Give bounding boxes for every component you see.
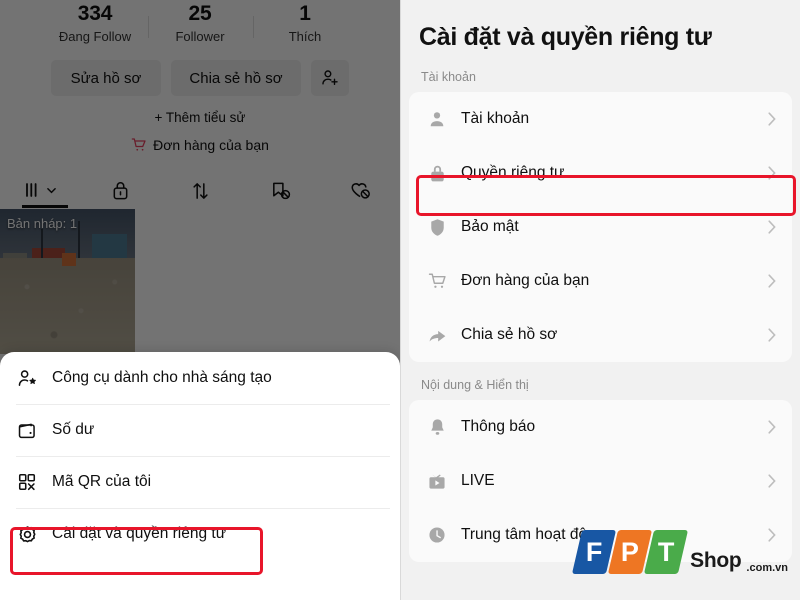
settings-row-label: Tài khoản	[461, 110, 530, 127]
profile-stats: 334 Đang Follow 25 Follower 1 Thích	[0, 0, 400, 55]
settings-row-orders[interactable]: Đơn hàng của bạn	[409, 254, 792, 308]
fpt-letter-t-text: T	[657, 536, 675, 567]
stat-likes-value: 1	[299, 2, 311, 25]
section-header-content-display: Nội dung & Hiển thị	[421, 378, 529, 392]
draft-badge-label: Bản nháp: 1	[7, 216, 78, 231]
settings-row-label: Thông báo	[461, 418, 536, 435]
live-tv-icon	[427, 472, 447, 491]
shield-icon	[427, 218, 447, 237]
right-panel-settings: Cài đặt và quyền riêng tư Tài khoản Tài …	[400, 0, 800, 600]
settings-row-notifications[interactable]: Thông báo	[409, 400, 792, 454]
tab-saved[interactable]	[240, 172, 320, 208]
clock-icon	[427, 526, 447, 544]
chevron-down-icon	[47, 187, 56, 193]
chevron-right-icon	[768, 166, 776, 180]
thumb-excavator	[62, 252, 76, 266]
sheet-item-label: Cài đặt và quyền riêng tư	[52, 525, 227, 542]
settings-row-security[interactable]: Bảo mật	[409, 200, 792, 254]
repost-arrows-icon	[192, 182, 208, 199]
settings-row-account[interactable]: Tài khoản	[409, 92, 792, 146]
settings-row-privacy[interactable]: Quyền riêng tư	[409, 146, 792, 200]
chevron-right-icon	[768, 328, 776, 342]
sheet-item-label: Công cụ dành cho nhà sáng tạo	[52, 369, 272, 386]
stat-followers-value: 25	[188, 2, 212, 25]
settings-row-label: Chia sẻ hồ sơ	[461, 326, 558, 343]
screenshot-root: 334 Đang Follow 25 Follower 1 Thích Sửa …	[0, 0, 800, 600]
bottom-sheet-menu: Công cụ dành cho nhà sáng tạo Số dư Mã Q…	[0, 352, 400, 600]
stat-followers[interactable]: 25 Follower	[147, 2, 253, 46]
stat-likes[interactable]: 1 Thích	[252, 2, 358, 46]
stat-following-value: 334	[77, 2, 113, 25]
sheet-item-settings-privacy[interactable]: Cài đặt và quyền riêng tư	[0, 508, 400, 560]
gear-icon	[16, 524, 38, 545]
share-arrow-icon	[427, 327, 447, 344]
cart-icon	[427, 272, 447, 290]
add-friend-button[interactable]	[311, 60, 349, 96]
bookmark-hidden-icon	[272, 182, 290, 199]
fpt-shop-text: Shop	[690, 549, 742, 572]
tab-active-underline	[22, 205, 68, 208]
sheet-item-my-qr[interactable]: Mã QR của tôi	[0, 456, 400, 508]
chevron-right-icon	[768, 112, 776, 126]
sheet-item-label: Số dư	[52, 421, 95, 438]
profile-actions: Sửa hồ sơ Chia sẻ hồ sơ	[0, 60, 400, 96]
left-panel-profile: 334 Đang Follow 25 Follower 1 Thích Sửa …	[0, 0, 400, 600]
draft-thumbnail[interactable]: Bản nháp: 1	[0, 209, 135, 354]
fpt-letter-p-text: P	[621, 536, 640, 567]
grid-dropdown-icon	[26, 183, 37, 197]
add-bio-link[interactable]: + Thêm tiểu sử	[0, 110, 400, 125]
stat-following[interactable]: 334 Đang Follow	[43, 2, 148, 46]
orders-link[interactable]: Đơn hàng của bạn	[0, 137, 400, 153]
tab-private[interactable]	[80, 172, 160, 208]
settings-row-label: LIVE	[461, 472, 495, 489]
lock-icon	[427, 164, 447, 183]
settings-row-label: Bảo mật	[461, 218, 519, 235]
stat-likes-label: Thích	[288, 29, 322, 44]
fpt-domain-text: .com.vn	[746, 562, 788, 574]
person-add-icon	[322, 70, 338, 86]
tab-posts[interactable]	[0, 172, 80, 208]
chevron-right-icon	[768, 274, 776, 288]
page-title: Cài đặt và quyền riêng tư	[419, 23, 712, 51]
chevron-right-icon	[768, 220, 776, 234]
edit-profile-button[interactable]: Sửa hồ sơ	[51, 60, 161, 96]
settings-row-share-profile[interactable]: Chia sẻ hồ sơ	[409, 308, 792, 362]
wallet-icon	[16, 421, 38, 440]
thumb-ground	[0, 258, 135, 354]
orders-link-label: Đơn hàng của bạn	[153, 137, 269, 153]
fpt-letter-f-text: F	[585, 536, 603, 567]
stat-following-label: Đang Follow	[58, 29, 132, 44]
fpt-letter-t: T	[644, 530, 689, 574]
fpt-logo-marks: F P T	[572, 530, 689, 574]
qr-code-icon	[16, 472, 38, 492]
settings-row-label: Đơn hàng của bạn	[461, 272, 590, 289]
share-profile-button[interactable]: Chia sẻ hồ sơ	[171, 60, 301, 96]
chevron-right-icon	[768, 420, 776, 434]
person-star-icon	[16, 368, 38, 389]
heart-hidden-icon	[351, 182, 370, 199]
tab-liked[interactable]	[320, 172, 400, 208]
settings-row-live[interactable]: LIVE	[409, 454, 792, 508]
profile-tabs	[0, 172, 400, 208]
lock-icon	[113, 181, 127, 199]
bell-icon	[427, 418, 447, 437]
tab-repost[interactable]	[160, 172, 240, 208]
settings-card-account: Tài khoản Quyền riêng tư Bảo mật Đơn hàn…	[409, 92, 792, 362]
sheet-item-balance[interactable]: Số dư	[0, 404, 400, 456]
chevron-right-icon	[768, 474, 776, 488]
person-icon	[427, 110, 447, 128]
stat-followers-label: Follower	[175, 29, 225, 44]
fpt-shop-watermark: F P T Shop .com.vn	[572, 530, 788, 574]
section-header-account: Tài khoản	[421, 70, 476, 84]
sheet-item-creator-tools[interactable]: Công cụ dành cho nhà sáng tạo	[0, 352, 400, 404]
sheet-item-label: Mã QR của tôi	[52, 473, 152, 490]
cart-icon	[131, 138, 146, 151]
settings-row-label: Quyền riêng tư	[461, 164, 565, 181]
